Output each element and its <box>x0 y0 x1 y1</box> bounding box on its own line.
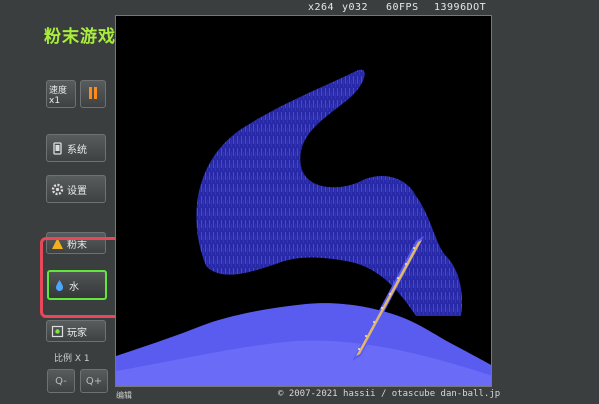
zoom-out-button[interactable]: Q- <box>47 369 75 393</box>
selection-highlight <box>40 237 126 318</box>
copyright-text: © 2007-2021 hassii / otascube dan-ball.j… <box>278 389 501 399</box>
game-canvas[interactable] <box>115 15 492 387</box>
game-title: 粉末游戏 <box>44 27 116 47</box>
game-window: x264 y032 60FPS 13996DOT 粉末游戏 速度x1 系统 设置… <box>0 0 599 404</box>
scale-label: 比例 X 1 <box>54 354 90 364</box>
phone-icon <box>51 141 64 155</box>
speed-button[interactable]: 速度x1 <box>46 80 76 108</box>
pause-button[interactable] <box>80 80 106 108</box>
cursor-y-readout: y032 <box>342 2 369 13</box>
speed-label: 速度x1 <box>49 85 68 106</box>
edit-label: 编辑 <box>116 391 132 400</box>
gear-icon <box>51 183 64 196</box>
dot-count-readout: 13996DOT <box>434 2 487 13</box>
water-mass-upper <box>196 69 463 316</box>
zoom-in-label: Q+ <box>85 375 103 387</box>
simulation-view <box>116 69 491 386</box>
zoom-out-label: Q- <box>55 375 67 387</box>
player-button[interactable]: 玩家 <box>46 320 106 342</box>
settings-label: 设置 <box>67 185 87 197</box>
system-button[interactable]: 系统 <box>46 134 106 162</box>
zoom-in-button[interactable]: Q+ <box>80 369 108 393</box>
system-label: 系统 <box>67 144 87 156</box>
pause-icon <box>88 86 98 102</box>
player-label: 玩家 <box>67 327 87 339</box>
settings-button[interactable]: 设置 <box>46 175 106 203</box>
cursor-x-readout: x264 <box>308 2 335 13</box>
fps-readout: 60FPS <box>386 2 419 13</box>
player-icon <box>51 325 64 338</box>
